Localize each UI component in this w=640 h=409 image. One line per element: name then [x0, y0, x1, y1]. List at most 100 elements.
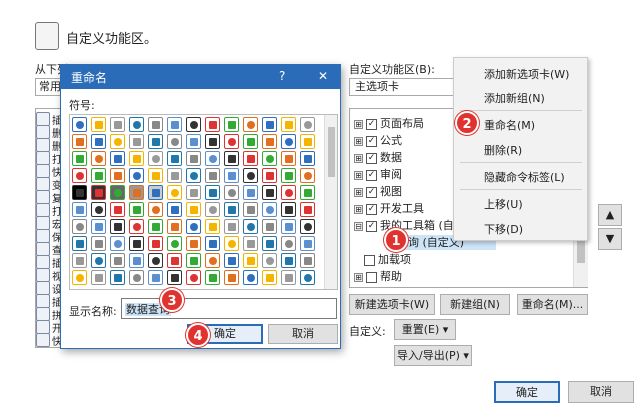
symbol-icon[interactable] [205, 202, 220, 217]
symbol-icon[interactable] [281, 270, 296, 285]
symbol-icon[interactable] [129, 219, 144, 234]
symbol-icon[interactable] [167, 270, 182, 285]
symbol-icon[interactable] [281, 253, 296, 268]
checkbox[interactable]: ✓ [366, 203, 377, 215]
symbol-icon[interactable] [110, 202, 125, 217]
symbol-icon[interactable] [167, 236, 182, 251]
symbol-icon[interactable] [300, 185, 315, 200]
symbol-icon[interactable] [224, 253, 239, 268]
symbol-icon[interactable] [224, 185, 239, 200]
symbol-icon[interactable] [281, 236, 296, 251]
symbol-icon[interactable] [91, 202, 106, 217]
symbol-grid[interactable] [69, 114, 338, 290]
symbol-icon[interactable] [224, 219, 239, 234]
context-menu-item-move-up[interactable]: 上移(U) [484, 196, 523, 212]
symbol-icon[interactable] [262, 185, 277, 200]
symbol-icon[interactable] [243, 117, 258, 132]
tree-item[interactable]: ⊞ 帮助 [354, 269, 402, 284]
tree-item[interactable]: ⊞ ✓ 视图 [354, 184, 402, 199]
symbol-icon[interactable] [110, 253, 125, 268]
symbol-icon[interactable] [129, 185, 144, 200]
symbol-icon[interactable] [224, 236, 239, 251]
symbol-icon[interactable] [72, 134, 87, 149]
symbol-icon[interactable] [224, 168, 239, 183]
symbol-icon[interactable] [205, 253, 220, 268]
symbol-icon[interactable] [72, 236, 87, 251]
symbol-icon[interactable] [72, 219, 87, 234]
import-export-button[interactable]: 导入/导出(P) ▾ [394, 345, 472, 366]
symbol-icon[interactable] [205, 219, 220, 234]
symbol-icon[interactable] [243, 253, 258, 268]
symbol-icon[interactable] [91, 219, 106, 234]
checkbox[interactable]: ✓ [366, 152, 377, 164]
symbol-icon[interactable] [91, 270, 106, 285]
symbol-icon[interactable] [148, 236, 163, 251]
symbol-icon[interactable] [243, 219, 258, 234]
symbol-icon[interactable] [167, 168, 182, 183]
symbol-icon[interactable] [129, 270, 144, 285]
context-menu-item-rename[interactable]: 重命名(M) [484, 117, 535, 133]
context-menu-item-add-tab[interactable]: 添加新选项卡(W) [484, 66, 569, 82]
symbol-icon[interactable] [224, 117, 239, 132]
checkbox[interactable]: ✓ [366, 220, 377, 232]
symbol-icon[interactable] [262, 270, 277, 285]
symbol-icon[interactable] [186, 185, 201, 200]
symbol-icon[interactable] [72, 253, 87, 268]
symbol-icon[interactable] [91, 151, 106, 166]
symbol-icon[interactable] [129, 168, 144, 183]
symbol-icon[interactable] [167, 151, 182, 166]
move-down-button[interactable]: ▼ [598, 228, 622, 250]
symbol-icon[interactable] [262, 202, 277, 217]
symbol-icon[interactable] [300, 270, 315, 285]
symbol-icon[interactable] [72, 270, 87, 285]
symbol-icon[interactable] [148, 151, 163, 166]
expand-toggle-icon[interactable]: ⊞ [354, 170, 363, 180]
display-name-input[interactable]: 数据查询 [121, 298, 337, 319]
symbol-icon[interactable] [224, 151, 239, 166]
symbol-icon[interactable] [205, 151, 220, 166]
expand-toggle-icon[interactable]: ⊞ [354, 119, 363, 129]
rename-cancel-button[interactable]: 取消 [268, 324, 338, 344]
move-up-button[interactable]: ▲ [598, 204, 622, 226]
reset-button[interactable]: 重置(E) ▾ [394, 319, 456, 340]
symbol-icon[interactable] [167, 253, 182, 268]
symbol-icon[interactable] [281, 117, 296, 132]
expand-toggle-icon[interactable]: ⊟ [354, 221, 363, 231]
expand-toggle-icon[interactable]: ⊞ [354, 187, 363, 197]
symbol-icon[interactable] [167, 117, 182, 132]
symbol-icon[interactable] [186, 168, 201, 183]
tree-item[interactable]: ⊞ ✓ 开发工具 [354, 201, 424, 216]
tree-item[interactable]: ⊟ ✓ 我的工具箱 (自定 [354, 218, 465, 233]
main-ok-button[interactable]: 确定 [494, 381, 560, 403]
checkbox[interactable]: ✓ [366, 169, 377, 181]
expand-toggle-icon[interactable]: ⊞ [354, 153, 363, 163]
symbol-icon[interactable] [129, 134, 144, 149]
symbol-icon[interactable] [186, 219, 201, 234]
symbol-icon[interactable] [129, 151, 144, 166]
symbol-icon[interactable] [243, 236, 258, 251]
expand-toggle-icon[interactable]: ⊞ [354, 204, 363, 214]
symbol-icon[interactable] [262, 236, 277, 251]
symbol-icon[interactable] [167, 202, 182, 217]
symbol-icon[interactable] [72, 185, 87, 200]
symbol-icon[interactable] [148, 202, 163, 217]
symbol-icon[interactable] [262, 134, 277, 149]
symbol-icon[interactable] [281, 185, 296, 200]
symbol-icon[interactable] [110, 134, 125, 149]
symbol-icon[interactable] [262, 151, 277, 166]
checkbox[interactable]: ✓ [366, 118, 377, 130]
symbol-icon[interactable] [205, 134, 220, 149]
symbol-icon[interactable] [300, 202, 315, 217]
checkbox[interactable]: ✓ [366, 186, 377, 198]
symbol-icon[interactable] [91, 236, 106, 251]
expand-toggle-icon[interactable]: ⊞ [354, 136, 363, 146]
symbol-icon[interactable] [300, 134, 315, 149]
symbol-icon[interactable] [91, 253, 106, 268]
checkbox[interactable] [364, 254, 375, 266]
symbol-icon[interactable] [224, 202, 239, 217]
symbol-icon[interactable] [186, 134, 201, 149]
tree-item[interactable]: ⊞ ✓ 数据 [354, 150, 402, 165]
symbol-icon[interactable] [110, 219, 125, 234]
tree-item[interactable]: ⊞ ✓ 审阅 [354, 167, 402, 182]
symbol-icon[interactable] [167, 219, 182, 234]
